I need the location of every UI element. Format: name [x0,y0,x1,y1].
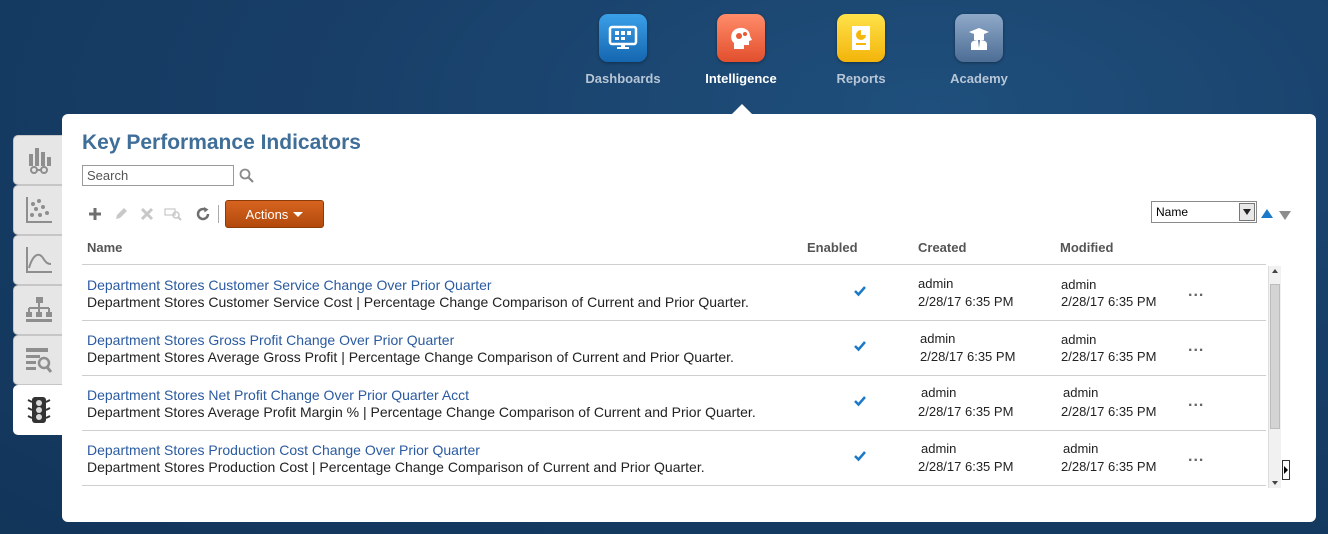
hierarchy-icon [25,297,52,322]
plus-icon [89,208,101,220]
created-by: admin [918,276,954,291]
kpi-name-link[interactable]: Department Stores Gross Profit Change Ov… [87,332,454,348]
created-date: 2/28/17 6:35 PM [918,459,1014,474]
table-row[interactable]: Department Stores Production Cost Change… [82,431,1266,486]
modified-date: 2/28/17 6:35 PM [1061,459,1157,474]
close-icon [140,207,154,221]
column-header-modified[interactable]: Modified [1060,240,1113,255]
created-date: 2/28/17 6:35 PM [918,294,1014,309]
nav-academy[interactable]: Academy [924,14,1034,86]
table-row[interactable]: Department Stores Customer Service Chang… [82,266,1266,321]
check-icon [854,341,866,352]
refresh-icon [196,207,210,221]
traffic-light-icon [27,397,50,423]
more-options-icon[interactable]: ... [1188,448,1204,466]
table-row[interactable]: Department Stores Net Profit Change Over… [82,376,1266,431]
sort-field-select[interactable]: Name [1151,201,1257,223]
nav-label: Reports [836,71,886,86]
modified-by: admin [1063,441,1099,456]
actions-label: Actions [245,206,289,222]
created-by: admin [920,331,956,346]
delete-button[interactable] [134,201,160,227]
line-chart-icon [25,247,52,273]
modified-date: 2/28/17 6:35 PM [1061,404,1157,419]
actions-button[interactable]: Actions [225,200,324,228]
side-tab-line[interactable] [13,235,63,285]
kpi-panel: Key Performance Indicators Actions Name … [62,114,1316,522]
graduate-icon [955,14,1003,62]
nav-label: Academy [950,71,1008,86]
pencil-icon [116,208,127,219]
nav-reports[interactable]: Reports [806,14,916,86]
refresh-button[interactable] [190,201,216,227]
add-button[interactable] [82,201,108,227]
modified-by: admin [1061,277,1097,292]
scroll-up-icon[interactable] [1272,269,1278,273]
sort-descending-icon[interactable] [1279,211,1291,220]
scroll-thumb[interactable] [1270,284,1280,429]
column-header-created[interactable]: Created [918,240,966,255]
kpi-name-link[interactable]: Department Stores Production Cost Change… [87,442,480,458]
side-tab-list-search[interactable] [13,335,63,385]
created-date: 2/28/17 6:35 PM [918,404,1014,419]
nav-label: Intelligence [705,71,777,86]
side-tab-kpi[interactable] [13,385,63,435]
created-by: admin [921,385,957,400]
column-header-name[interactable]: Name [87,240,122,255]
sort-field-value: Name [1156,205,1189,219]
monitor-icon [599,14,647,62]
more-options-icon[interactable]: ... [1188,338,1204,356]
scroll-down-icon[interactable] [1272,481,1278,485]
vertical-scrollbar[interactable] [1268,266,1281,488]
created-date: 2/28/17 6:35 PM [920,349,1016,364]
modified-by: admin [1061,332,1097,347]
check-icon [854,286,866,297]
nav-dashboards[interactable]: Dashboards [568,14,678,86]
side-tab-hierarchy[interactable] [13,285,63,335]
kpi-name-link[interactable]: Department Stores Customer Service Chang… [87,277,492,293]
head-gears-icon [717,14,765,62]
chevron-down-icon [1239,203,1255,221]
report-icon [837,14,885,62]
kpi-description: Department Stores Average Gross Profit |… [87,349,734,365]
kpi-name-link[interactable]: Department Stores Net Profit Change Over… [87,387,469,403]
sql-search-icon [164,208,182,221]
search-icon[interactable] [238,167,256,185]
more-options-icon[interactable]: ... [1188,393,1204,411]
kpi-description: Department Stores Average Profit Margin … [87,404,756,420]
app-nav: Dashboards Intelligence Reports Academy [0,14,1328,94]
active-nav-pointer [732,104,752,114]
sort-ascending-icon[interactable] [1261,209,1273,218]
created-by: admin [921,441,957,456]
list-search-icon [25,348,52,373]
chevron-right-icon [1284,466,1288,474]
page-title: Key Performance Indicators [82,131,361,154]
side-tabs [13,135,63,435]
modified-date: 2/28/17 6:35 PM [1061,294,1157,309]
scroll-right-button[interactable] [1282,460,1290,480]
search-sql-button[interactable] [160,201,186,227]
header-divider [82,264,1266,265]
modified-by: admin [1063,385,1099,400]
modified-date: 2/28/17 6:35 PM [1061,349,1157,364]
nav-intelligence[interactable]: Intelligence [686,14,796,86]
check-icon [854,396,866,407]
side-tab-bar-chart[interactable] [13,135,63,185]
nav-label: Dashboards [585,71,661,86]
edit-button[interactable] [108,201,134,227]
chevron-down-icon [293,211,304,217]
column-header-enabled[interactable]: Enabled [807,240,858,255]
kpi-description: Department Stores Customer Service Cost … [87,294,749,310]
more-options-icon[interactable]: ... [1188,283,1204,301]
kpi-list: Department Stores Customer Service Chang… [82,266,1266,486]
side-tab-scatter[interactable] [13,185,63,235]
toolbar-divider [218,205,219,223]
scatter-chart-icon [25,197,52,223]
search-input[interactable] [82,165,234,186]
table-row[interactable]: Department Stores Gross Profit Change Ov… [82,321,1266,376]
check-icon [854,451,866,462]
kpi-description: Department Stores Production Cost | Perc… [87,459,705,475]
toolbar: Actions [82,199,324,229]
bar-chart-glasses-icon [28,148,51,174]
